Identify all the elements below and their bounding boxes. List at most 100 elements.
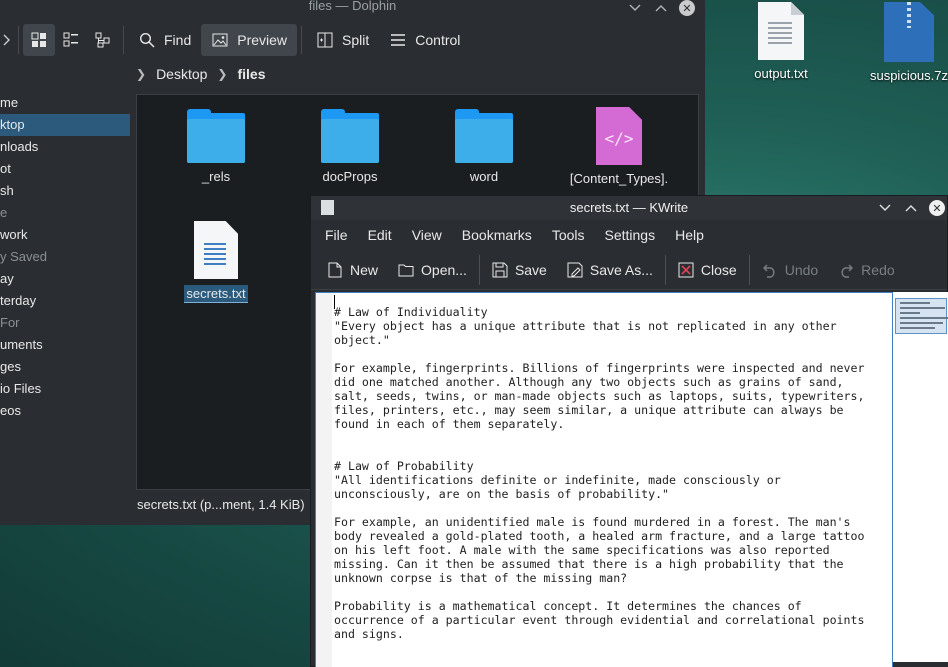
save-as-label: Save As... bbox=[589, 261, 653, 278]
kwrite-titlebar[interactable]: secrets.txt — KWrite ✕ bbox=[311, 196, 947, 220]
maximize-button[interactable] bbox=[653, 0, 669, 16]
menu-help[interactable]: Help bbox=[665, 227, 714, 243]
places-item-trash[interactable]: sh bbox=[0, 180, 130, 202]
places-item-yesterday[interactable]: terday bbox=[0, 290, 130, 312]
minimize-button[interactable] bbox=[877, 200, 893, 216]
control-button[interactable]: Control bbox=[379, 24, 470, 56]
undo-button[interactable]: Undo bbox=[752, 254, 828, 286]
new-document-icon bbox=[327, 262, 343, 278]
desktop-icon-label: suspicious.7z bbox=[869, 68, 948, 83]
grid-view-icon bbox=[31, 32, 46, 47]
back-button[interactable] bbox=[0, 24, 14, 56]
status-bar: secrets.txt (p...ment, 1.4 KiB) bbox=[137, 497, 305, 512]
places-item-today[interactable]: ay bbox=[0, 268, 130, 290]
open-button[interactable]: Open... bbox=[388, 254, 477, 286]
menu-edit[interactable]: Edit bbox=[358, 227, 402, 243]
close-label: Close bbox=[700, 261, 737, 278]
hamburger-menu-icon bbox=[389, 31, 407, 49]
search-icon bbox=[138, 31, 156, 49]
folder-open-icon bbox=[398, 262, 414, 278]
menu-view[interactable]: View bbox=[402, 227, 452, 243]
split-button[interactable]: Split bbox=[306, 24, 379, 56]
file-item-content-types[interactable]: </> [Content_Types]. bbox=[564, 107, 674, 186]
desktop-icon-output[interactable]: output.txt bbox=[736, 2, 826, 81]
document-text: # Law of Individuality "Every object has… bbox=[334, 305, 865, 641]
file-name: word bbox=[469, 169, 499, 184]
kwrite-toolbar: New Open... Save Save As... Close Undo R… bbox=[311, 250, 947, 290]
menu-bookmarks[interactable]: Bookmarks bbox=[452, 227, 542, 243]
split-view-icon bbox=[316, 31, 334, 49]
places-item-documents[interactable]: uments bbox=[0, 334, 130, 356]
preview-button[interactable]: Preview bbox=[201, 24, 298, 56]
text-file-icon bbox=[758, 2, 804, 60]
save-label: Save bbox=[514, 261, 547, 278]
split-label: Split bbox=[342, 32, 370, 48]
menu-file[interactable]: File bbox=[315, 227, 358, 243]
places-item-downloads[interactable]: nloads bbox=[0, 136, 130, 158]
xml-file-icon: </> bbox=[596, 107, 642, 165]
places-panel: me ktop nloads ot sh e work y Saved ay t… bbox=[0, 92, 130, 422]
redo-icon bbox=[838, 262, 854, 278]
redo-label: Redo bbox=[861, 261, 895, 278]
close-button[interactable]: ✕ bbox=[679, 0, 695, 16]
icons-view-button[interactable] bbox=[23, 24, 55, 56]
folder-icon bbox=[187, 109, 245, 163]
menu-bar: File Edit View Bookmarks Tools Settings … bbox=[311, 220, 947, 250]
compact-view-button[interactable] bbox=[55, 24, 87, 56]
folder-icon bbox=[455, 109, 513, 163]
file-name: [Content_Types]. bbox=[569, 171, 669, 186]
editor-gutter bbox=[316, 293, 332, 667]
places-item-root[interactable]: ot bbox=[0, 158, 130, 180]
compact-view-icon bbox=[63, 32, 78, 47]
dolphin-titlebar[interactable]: files — Dolphin ✕ bbox=[0, 0, 705, 16]
desktop-icon-suspicious[interactable]: suspicious.7z bbox=[864, 2, 948, 83]
close-button[interactable]: ✕ bbox=[929, 200, 945, 216]
maximize-button[interactable] bbox=[903, 200, 919, 216]
menu-settings[interactable]: Settings bbox=[595, 227, 666, 243]
details-view-button[interactable] bbox=[87, 24, 119, 56]
minimize-button[interactable] bbox=[627, 0, 643, 16]
breadcrumb-files[interactable]: files bbox=[237, 66, 265, 82]
places-header-remote: e bbox=[0, 205, 8, 220]
file-item-docprops[interactable]: docProps bbox=[295, 109, 405, 184]
places-item-home[interactable]: me bbox=[0, 92, 130, 114]
places-item-images[interactable]: ges bbox=[0, 356, 130, 378]
preview-label: Preview bbox=[237, 32, 288, 48]
places-header-search-for: For bbox=[0, 315, 20, 330]
text-file-icon bbox=[194, 221, 238, 279]
save-as-icon bbox=[567, 262, 583, 278]
places-header-recently-saved: y Saved bbox=[0, 249, 47, 264]
window-title: files — Dolphin bbox=[308, 0, 397, 13]
menu-tools[interactable]: Tools bbox=[542, 227, 595, 243]
folder-icon bbox=[321, 109, 379, 163]
image-preview-icon bbox=[211, 31, 229, 49]
places-item-audio-files[interactable]: io Files bbox=[0, 378, 130, 400]
find-button[interactable]: Find bbox=[128, 24, 201, 56]
file-item-rels[interactable]: _rels bbox=[161, 109, 271, 184]
undo-label: Undo bbox=[784, 261, 819, 278]
redo-button[interactable]: Redo bbox=[828, 254, 904, 286]
file-name: docProps bbox=[322, 169, 378, 184]
file-name: _rels bbox=[201, 169, 231, 184]
control-label: Control bbox=[415, 32, 461, 48]
breadcrumb-desktop[interactable]: Desktop bbox=[156, 66, 207, 82]
undo-icon bbox=[762, 262, 778, 278]
save-as-button[interactable]: Save As... bbox=[557, 254, 663, 286]
places-item-network[interactable]: work bbox=[0, 224, 130, 246]
minimap-viewport[interactable] bbox=[895, 298, 948, 334]
text-editor[interactable]: # Law of Individuality "Every object has… bbox=[315, 292, 893, 667]
chevron-right-icon: ❯ bbox=[136, 67, 147, 81]
kwrite-window: secrets.txt — KWrite ✕ File Edit View Bo… bbox=[310, 195, 948, 667]
archive-icon bbox=[884, 2, 934, 62]
desktop-icon-label: output.txt bbox=[754, 66, 808, 81]
chevron-right-icon: ❯ bbox=[217, 67, 228, 81]
save-button[interactable]: Save bbox=[482, 254, 557, 286]
places-item-desktop[interactable]: ktop bbox=[0, 114, 130, 136]
new-button[interactable]: New bbox=[317, 254, 388, 286]
places-item-videos[interactable]: eos bbox=[0, 400, 130, 422]
file-item-secrets[interactable]: secrets.txt bbox=[161, 221, 271, 303]
close-document-icon bbox=[678, 262, 694, 278]
file-item-word[interactable]: word bbox=[429, 109, 539, 184]
minimap-scrollbar[interactable] bbox=[893, 292, 948, 667]
close-document-button[interactable]: Close bbox=[668, 254, 747, 286]
